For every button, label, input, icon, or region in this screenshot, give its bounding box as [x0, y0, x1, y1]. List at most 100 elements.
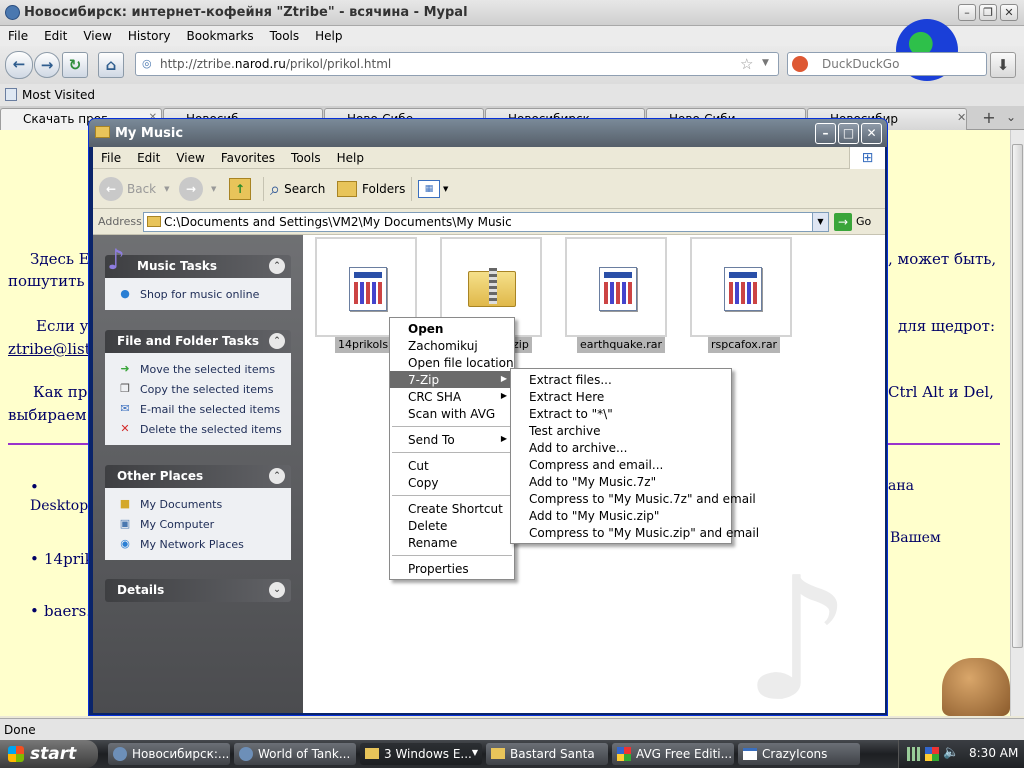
scrollbar-thumb[interactable]	[1012, 144, 1023, 648]
menu-item-compress-7z-email[interactable]: Compress to "My Music.7z" and email	[511, 490, 756, 507]
menu-item-test-archive[interactable]: Test archive	[511, 422, 731, 439]
expand-chevron-icon[interactable]: ⌄	[269, 582, 285, 598]
menu-item-extract-files[interactable]: Extract files...	[511, 371, 731, 388]
music-tasks-header[interactable]: ♪ Music Tasks ⌃	[105, 243, 291, 278]
explorer-minimize-button[interactable]: –	[815, 123, 836, 144]
menu-item-open-file-location[interactable]: Open file location	[390, 354, 514, 371]
close-button[interactable]: ✕	[1000, 4, 1018, 21]
start-button[interactable]: start	[0, 740, 98, 768]
bookmark-most-visited[interactable]: Most Visited	[22, 88, 95, 102]
menu-item-crc-sha[interactable]: CRC SHA ▶	[390, 388, 514, 405]
forward-dropdown-icon[interactable]: ▼	[211, 185, 216, 193]
folders-button[interactable]: Folders	[337, 177, 405, 201]
minimize-button[interactable]: –	[958, 4, 976, 21]
menu-file[interactable]: File	[0, 29, 36, 43]
menu-item-properties[interactable]: Properties	[390, 560, 514, 577]
task-shop-music-online[interactable]: ● Shop for music online	[105, 284, 291, 304]
taskbar-item-explorer[interactable]: 3 Windows E... ▼	[360, 743, 482, 765]
tray-speaker-icon[interactable]: 🔈	[943, 745, 959, 760]
explorer-menu-tools[interactable]: Tools	[283, 151, 329, 165]
group-dropdown-icon[interactable]: ▼	[472, 748, 478, 757]
menu-item-open[interactable]: Open	[390, 320, 514, 337]
menu-item-copy[interactable]: Copy	[390, 474, 514, 491]
menu-item-delete[interactable]: Delete	[390, 517, 514, 534]
taskbar-item-crazyicons[interactable]: CrazyIcons	[738, 743, 860, 765]
menu-item-compress-and-email[interactable]: Compress and email...	[511, 456, 731, 473]
menu-item-add-to-zip[interactable]: Add to "My Music.zip"	[511, 507, 731, 524]
back-arrow-icon[interactable]: ←	[5, 51, 33, 79]
file-thumbnail[interactable]	[690, 237, 792, 337]
menu-tools[interactable]: Tools	[262, 29, 308, 43]
search-input[interactable]: DuckDuckGo	[787, 52, 987, 76]
views-dropdown-icon[interactable]: ▼	[443, 185, 448, 193]
collapse-chevron-icon[interactable]: ⌃	[269, 258, 285, 274]
forward-arrow-icon[interactable]: →	[34, 52, 60, 78]
taskbar-item-wot[interactable]: World of Tank...	[234, 743, 356, 765]
task-email-items[interactable]: ✉ E-mail the selected items	[105, 399, 291, 419]
menu-edit[interactable]: Edit	[36, 29, 75, 43]
menu-item-compress-zip-email[interactable]: Compress to "My Music.zip" and email	[511, 524, 759, 541]
maximize-button[interactable]: ❐	[979, 4, 997, 21]
duckduckgo-icon[interactable]	[792, 56, 808, 72]
menu-item-zachomikuj[interactable]: Zachomikuj	[390, 337, 514, 354]
collapse-chevron-icon[interactable]: ⌃	[269, 468, 285, 484]
taskbar-item-avg[interactable]: AVG Free Editi...	[612, 743, 734, 765]
explorer-close-button[interactable]: ✕	[861, 123, 882, 144]
menu-item-rename[interactable]: Rename	[390, 534, 514, 551]
file-label[interactable]: rspcafox.rar	[708, 337, 781, 353]
task-copy-items[interactable]: ❐ Copy the selected items	[105, 379, 291, 399]
menu-item-add-to-archive[interactable]: Add to archive...	[511, 439, 731, 456]
page-scrollbar[interactable]	[1010, 130, 1024, 716]
menu-item-7zip[interactable]: 7-Zip ▶	[390, 371, 514, 388]
download-arrow-icon[interactable]: ⬇	[990, 52, 1016, 78]
go-button[interactable]: Go	[856, 215, 871, 228]
place-my-computer[interactable]: ▣ My Computer	[105, 514, 291, 534]
page-link[interactable]: 14prik	[44, 550, 94, 568]
place-my-documents[interactable]: ■ My Documents	[105, 494, 291, 514]
file-label[interactable]: earthquake.rar	[577, 337, 666, 353]
up-folder-button[interactable]: ↑	[229, 177, 251, 201]
explorer-menu-favorites[interactable]: Favorites	[213, 151, 283, 165]
task-delete-items[interactable]: ✕ Delete the selected items	[105, 419, 291, 439]
address-input[interactable]: C:\Documents and Settings\VM2\My Documen…	[143, 212, 829, 232]
explorer-menu-view[interactable]: View	[168, 151, 212, 165]
explorer-menu-edit[interactable]: Edit	[129, 151, 168, 165]
bookmark-star-icon[interactable]: ☆	[740, 55, 753, 73]
collapse-chevron-icon[interactable]: ⌃	[269, 333, 285, 349]
details-header[interactable]: Details ⌄	[105, 579, 291, 602]
views-button[interactable]: ▦ ▼	[411, 177, 448, 201]
place-my-network-places[interactable]: ◉ My Network Places	[105, 534, 291, 554]
task-move-items[interactable]: ➜ Move the selected items	[105, 359, 291, 379]
menu-item-send-to[interactable]: Send To ▶	[390, 431, 514, 448]
address-dropdown-icon[interactable]: ▼	[812, 213, 828, 231]
other-places-header[interactable]: Other Places ⌃	[105, 465, 291, 488]
tray-chart-icon[interactable]	[907, 747, 921, 761]
menu-help[interactable]: Help	[307, 29, 350, 43]
menu-view[interactable]: View	[75, 29, 119, 43]
tray-avg-icon[interactable]	[925, 747, 939, 761]
home-icon[interactable]: ⌂	[98, 52, 124, 78]
reload-icon[interactable]: ↻	[62, 52, 88, 78]
forward-button[interactable]: → ▼	[179, 177, 216, 201]
tab-list-chevron-icon[interactable]: ⌄	[1006, 110, 1016, 124]
explorer-menu-file[interactable]: File	[93, 151, 129, 165]
menu-item-extract-to[interactable]: Extract to "*\"	[511, 405, 731, 422]
menu-history[interactable]: History	[120, 29, 179, 43]
back-dropdown-icon[interactable]: ▼	[164, 185, 169, 193]
menu-item-create-shortcut[interactable]: Create Shortcut	[390, 500, 514, 517]
back-button[interactable]: ← Back ▼	[99, 177, 170, 201]
explorer-menu-help[interactable]: Help	[329, 151, 372, 165]
menu-item-extract-here[interactable]: Extract Here	[511, 388, 731, 405]
go-arrow-icon[interactable]: →	[834, 213, 852, 231]
explorer-maximize-button[interactable]: □	[838, 123, 859, 144]
file-thumbnail[interactable]	[565, 237, 667, 337]
taskbar-item-bastard-santa[interactable]: Bastard Santa	[486, 743, 608, 765]
file-folder-tasks-header[interactable]: File and Folder Tasks ⌃	[105, 330, 291, 353]
tab-close-icon[interactable]: ✕	[957, 111, 966, 124]
menu-bookmarks[interactable]: Bookmarks	[179, 29, 262, 43]
clock[interactable]: 8:30 AM	[969, 746, 1018, 760]
menu-item-scan-avg[interactable]: Scan with AVG	[390, 405, 514, 422]
menu-item-add-to-7z[interactable]: Add to "My Music.7z"	[511, 473, 731, 490]
url-dropdown-icon[interactable]: ▼	[762, 58, 769, 68]
url-bar[interactable]: ◎ http://ztribe. narod.ru/prikol/prikol.h…	[135, 52, 779, 76]
